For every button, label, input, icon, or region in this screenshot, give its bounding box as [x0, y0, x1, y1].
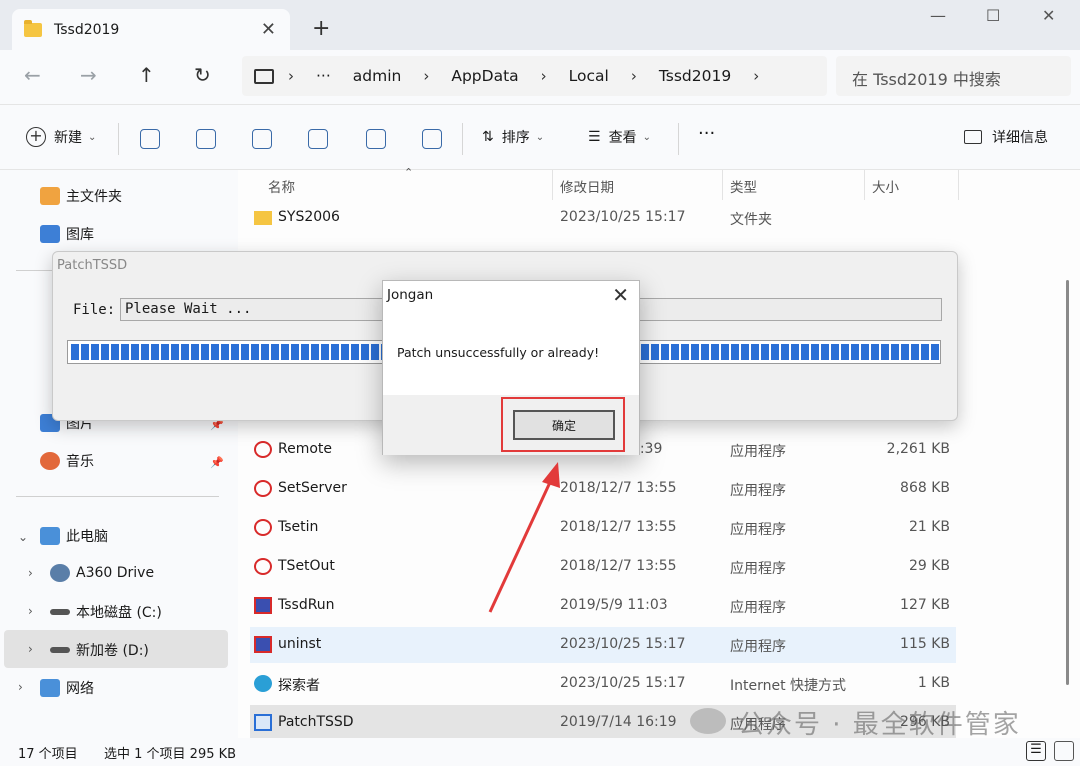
annotation-arrow [488, 462, 560, 613]
arrow-shaft [488, 477, 554, 613]
arrow-head [542, 462, 560, 488]
watermark-text: 公众号 · 最全软件管家 [738, 710, 1021, 740]
wechat-logo-icon [690, 708, 726, 734]
